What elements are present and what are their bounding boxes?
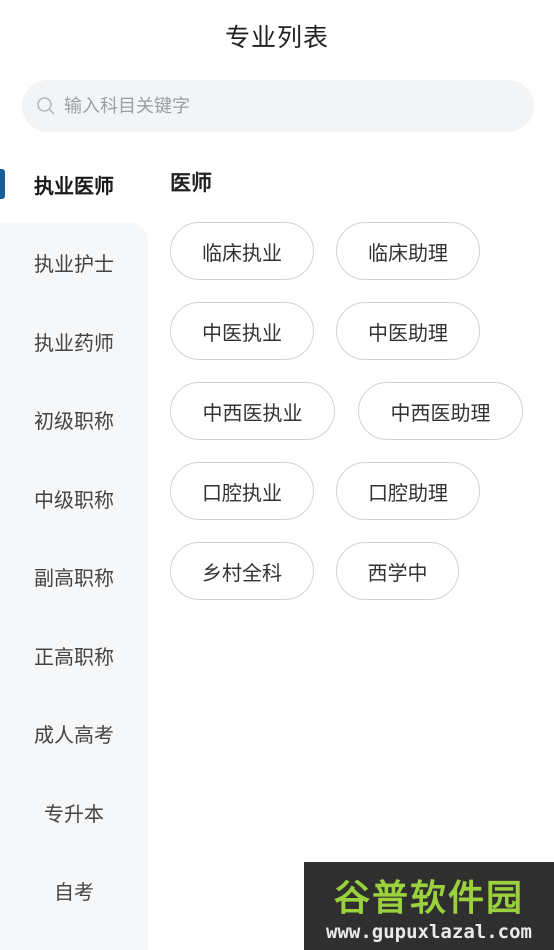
chip-zhongyi-zhiye[interactable]: 中医执业 [170,302,314,360]
sidebar-item-chengren-gaokao[interactable]: 成人高考 [0,694,148,772]
chip-linchuang-zhiye[interactable]: 临床执业 [170,222,314,280]
search-input[interactable] [64,95,504,117]
search-icon [36,96,56,116]
sidebar-item-zhiye-yishi[interactable]: 执业医师 [0,145,148,223]
chip-kouqiang-zhiye[interactable]: 口腔执业 [170,462,314,520]
sidebar-item-zikao[interactable]: 自考 [0,851,148,929]
top-bar: 专业列表 [0,0,554,72]
sidebar-item-label: 初级职称 [34,408,114,433]
sidebar-item-label: 副高职称 [34,565,114,590]
watermark: 谷普软件园 www.gupuxlazal.com [304,862,554,950]
sidebar-item-zhiye-hushi[interactable]: 执业护士 [0,223,148,301]
chip-xiangcun-quanke[interactable]: 乡村全科 [170,542,314,600]
watermark-brand: 谷普软件园 [333,878,524,919]
page-title: 专业列表 [224,23,329,52]
search-bar[interactable] [22,80,534,132]
chip-xixuezhong[interactable]: 西学中 [336,542,459,600]
sidebar-item-label: 正高职称 [34,644,114,669]
chip-zhongyi-zhuli[interactable]: 中医助理 [336,302,480,360]
sidebar-item-zhongji-zhicheng[interactable]: 中级职称 [0,459,148,537]
specialty-panel: 医师 临床执业 临床助理 中医执业 中医助理 中西医执业 中西医助理 口腔执业 … [148,145,554,950]
active-indicator [0,169,5,199]
sidebar-item-label: 自考 [54,879,94,904]
chip-zhongxiyi-zhuli[interactable]: 中西医助理 [358,382,523,440]
sidebar-item-fugao-zhicheng[interactable]: 副高职称 [0,537,148,615]
chip-zhongxiyi-zhiye[interactable]: 中西医执业 [170,382,335,440]
sidebar-item-label: 执业护士 [34,251,114,276]
sidebar-item-label: 成人高考 [34,722,114,747]
sidebar-item-zhuanshengben[interactable]: 专升本 [0,773,148,851]
sidebar-item-label: 专升本 [44,801,104,826]
sidebar-item-chuji-zhicheng[interactable]: 初级职称 [0,380,148,458]
sidebar-item-label: 执业医师 [34,173,114,198]
watermark-url: www.gupuxlazal.com [326,921,532,943]
sidebar-item-label: 中级职称 [34,487,114,512]
category-sidebar: 执业医师 执业护士 执业药师 初级职称 中级职称 副高职称 正高职称 成人高考 … [0,145,148,950]
section-title: 医师 [170,171,212,195]
chip-linchuang-zhuli[interactable]: 临床助理 [336,222,480,280]
sidebar-item-zhenggao-zhicheng[interactable]: 正高职称 [0,616,148,694]
chip-kouqiang-zhuli[interactable]: 口腔助理 [336,462,480,520]
sidebar-item-label: 执业药师 [34,330,114,355]
sidebar-item-zhiye-yaoshi[interactable]: 执业药师 [0,302,148,380]
